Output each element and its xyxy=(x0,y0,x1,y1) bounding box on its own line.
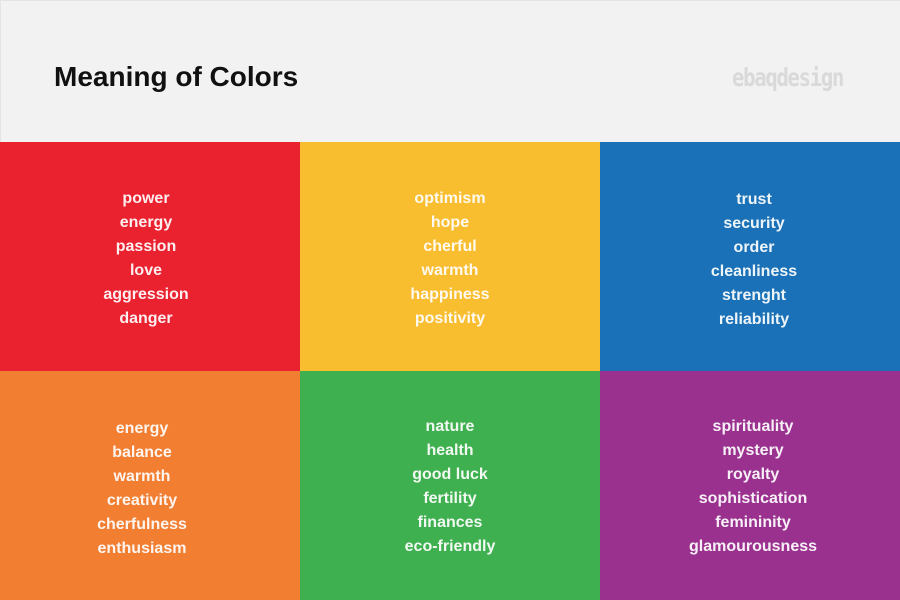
color-grid: power energy passion love aggression dan… xyxy=(0,142,900,600)
meaning-item: order xyxy=(733,238,775,256)
meaning-item: nature xyxy=(425,417,475,435)
meaning-item: glamourousness xyxy=(688,537,818,555)
meaning-item: sophistication xyxy=(698,489,808,507)
meaning-item: hope xyxy=(430,213,470,231)
meaning-item: enthusiasm xyxy=(97,539,187,557)
meaning-item: royalty xyxy=(726,465,780,483)
color-card-red: power energy passion love aggression dan… xyxy=(0,142,300,371)
color-card-green: nature health good luck fertility financ… xyxy=(300,371,600,600)
meaning-item: good luck xyxy=(412,465,488,483)
meaning-item: passion xyxy=(115,237,177,255)
meaning-item: power xyxy=(122,189,170,207)
meaning-list: optimism hope cherful warmth happiness p… xyxy=(410,187,489,331)
meaning-item: happiness xyxy=(410,285,490,303)
meaning-list: nature health good luck fertility financ… xyxy=(405,415,496,559)
meaning-item: energy xyxy=(115,419,169,437)
page-title: Meaning of Colors xyxy=(54,61,299,92)
meaning-item: reliability xyxy=(718,310,790,328)
brand-logo: ebaqdesign xyxy=(732,63,844,92)
meaning-item: spirituality xyxy=(712,417,794,435)
meaning-item: finances xyxy=(417,513,483,531)
meaning-item: trust xyxy=(736,190,772,208)
meaning-item: eco-friendly xyxy=(404,537,496,555)
meaning-list: power energy passion love aggression dan… xyxy=(103,187,188,331)
meaning-list: trust security order cleanliness strengh… xyxy=(711,188,797,332)
meaning-item: love xyxy=(129,261,162,279)
meaning-item: femininity xyxy=(715,513,791,531)
meaning-item: security xyxy=(723,214,785,232)
meaning-item: health xyxy=(426,441,474,459)
meaning-item: strenght xyxy=(722,286,786,304)
meaning-item: warmth xyxy=(113,467,171,485)
meaning-item: danger xyxy=(119,309,173,327)
color-card-yellow: optimism hope cherful warmth happiness p… xyxy=(300,142,600,371)
meaning-item: cherfulness xyxy=(97,515,187,533)
meaning-item: optimism xyxy=(414,189,486,207)
color-card-orange: energy balance warmth creativity cherful… xyxy=(0,371,300,600)
meaning-list: energy balance warmth creativity cherful… xyxy=(97,417,187,561)
meaning-item: warmth xyxy=(421,261,479,279)
color-card-purple: spirituality mystery royalty sophisticat… xyxy=(600,371,900,600)
meaning-list: spirituality mystery royalty sophisticat… xyxy=(689,415,817,559)
header: Meaning of Colors ebaqdesign xyxy=(0,0,900,142)
meaning-item: fertility xyxy=(423,489,477,507)
meaning-item: aggression xyxy=(103,285,189,303)
color-card-blue: trust security order cleanliness strengh… xyxy=(600,142,900,371)
meaning-item: cleanliness xyxy=(710,262,798,280)
meaning-item: cherful xyxy=(423,237,477,255)
meaning-item: creativity xyxy=(106,491,178,509)
meaning-item: mystery xyxy=(722,441,784,459)
meaning-item: positivity xyxy=(414,309,486,327)
meaning-item: energy xyxy=(119,213,173,231)
meaning-item: balance xyxy=(112,443,172,461)
